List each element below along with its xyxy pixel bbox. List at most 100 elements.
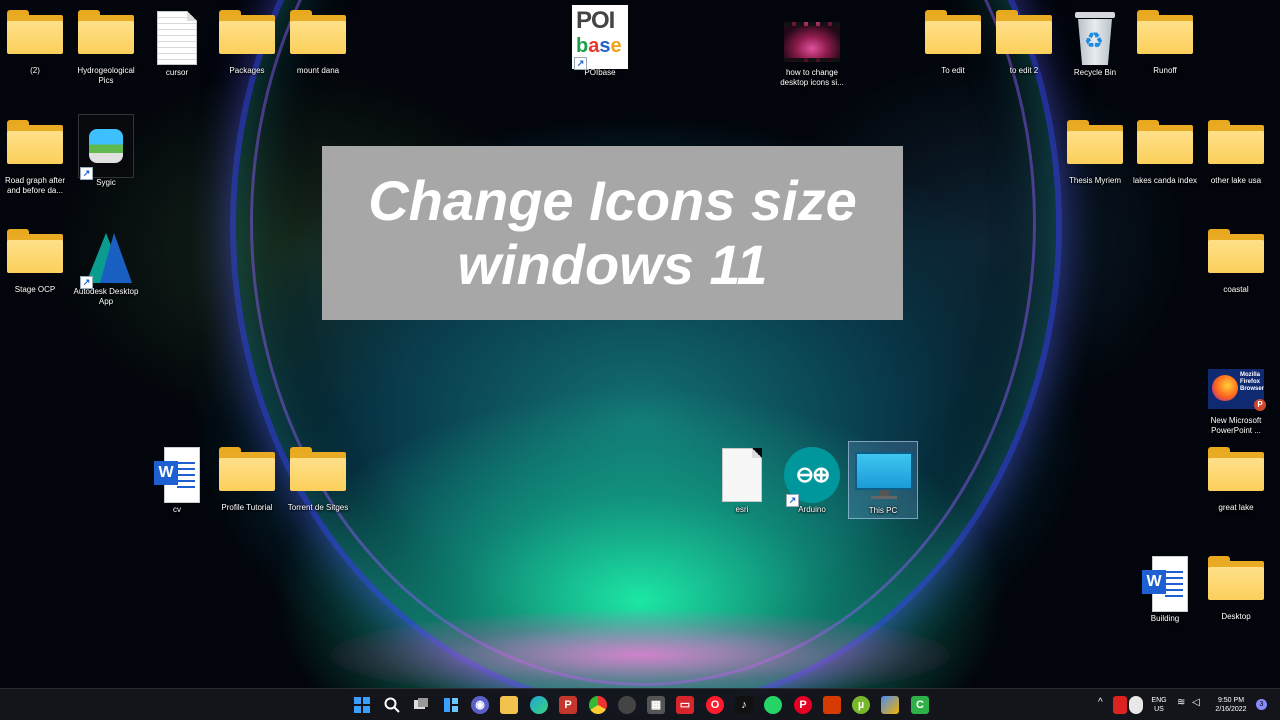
banner-line-1: Change Icons size [368, 169, 857, 232]
desktop-icon-stage-ocp[interactable]: Stage OCP [0, 223, 70, 328]
icon-label: esri [735, 505, 749, 514]
taskbar: ◉ P ▦ ▭ O ♪ P µ C ^ ENG US ≋ ◁ 9:50 PM 2… [0, 688, 1280, 720]
language-region: US [1154, 706, 1164, 713]
desktop-icon-road-graph[interactable]: Road graph after and before da... [0, 114, 70, 219]
folder-icon [1208, 556, 1264, 600]
shortcut-arrow-icon: ↗ [80, 276, 93, 289]
onedrive-icon[interactable] [1129, 696, 1143, 714]
desktop-icon-coastal[interactable]: coastal [1201, 223, 1271, 328]
icon-label: Autodesk Desktop App [73, 287, 139, 306]
task-view-icon[interactable] [412, 696, 430, 714]
icon-label: Building [1150, 614, 1180, 623]
desktop-icon-packages[interactable]: Packages [212, 4, 282, 109]
desktop-icon-arduino[interactable]: ⊖⊕ ↗ Arduino [777, 441, 847, 546]
tray-overflow-chevron-icon[interactable]: ^ [1098, 698, 1103, 708]
desktop-icon-to-edit-2[interactable]: to edit 2 [989, 4, 1059, 109]
icon-label: cursor [165, 68, 189, 77]
icon-label: Torrent de Sitges [287, 503, 349, 512]
powerpoint-thumbnail-icon: Mozilla Firefox Browser P [1208, 369, 1266, 411]
desktop-icon-building[interactable]: W Building [1130, 550, 1200, 655]
desktop-icon-cursor[interactable]: cursor [142, 4, 212, 109]
poibase-logo-bottom: base [576, 35, 622, 57]
desktop-icon-autodesk[interactable]: ↗ Autodesk Desktop App [71, 223, 141, 328]
folder-icon [290, 447, 346, 491]
file-explorer-icon[interactable] [500, 696, 518, 714]
clock-date: 2/16/2022 [1215, 706, 1247, 713]
desktop-icon-desktop[interactable]: Desktop [1201, 550, 1271, 655]
shortcut-arrow-icon: ↗ [574, 57, 587, 70]
icon-label: great lake [1218, 503, 1254, 512]
desktop-icon-recycle-bin[interactable]: ♻ Recycle Bin [1060, 4, 1130, 109]
app-p-icon[interactable]: P [559, 696, 577, 714]
camtasia-icon[interactable]: C [911, 696, 929, 714]
icon-label: to edit 2 [1009, 66, 1039, 75]
icon-label: other lake usa [1210, 176, 1262, 185]
desktop-icon-lakes-canda-index[interactable]: lakes canda index [1130, 114, 1200, 219]
desktop-icon-this-pc[interactable]: This PC [848, 441, 918, 519]
desktop-icon-to-edit[interactable]: To edit [918, 4, 988, 109]
banner-line-2: windows 11 [457, 233, 768, 296]
desktop-icon-mount-dana[interactable]: mount dana [283, 4, 353, 109]
desktop-icon-folder-2[interactable]: (2) [0, 4, 70, 109]
desktop-icon-esri[interactable]: esri [707, 441, 777, 546]
blank-document-icon [722, 448, 762, 502]
desktop-icon-video[interactable]: how to change desktop icons si... [777, 4, 847, 109]
recycle-bin-icon: ♻ [1073, 10, 1117, 66]
folder-icon [1067, 120, 1123, 164]
text-document-icon [157, 11, 197, 65]
icon-label: Hydrogeological Pics [77, 66, 135, 85]
icon-label: Road graph after and before da... [4, 176, 66, 195]
folder-icon [7, 229, 63, 273]
notification-badge[interactable]: 3 [1256, 699, 1267, 710]
search-icon[interactable] [383, 696, 401, 714]
app-red-icon[interactable]: ▭ [676, 696, 694, 714]
folder-icon [219, 447, 275, 491]
opera-icon[interactable]: O [706, 696, 724, 714]
folder-icon [7, 10, 63, 54]
clock[interactable]: 9:50 PM 2/16/2022 [1210, 696, 1252, 714]
teams-chat-icon[interactable]: ◉ [471, 696, 489, 714]
icon-label: Stage OCP [14, 285, 56, 294]
folder-icon [7, 120, 63, 164]
tiktok-icon[interactable]: ♪ [735, 696, 753, 714]
desktop-icon-torrent-de-sitges[interactable]: Torrent de Sitges [283, 441, 353, 546]
store-icon[interactable]: ▦ [647, 696, 665, 714]
folder-icon [925, 10, 981, 54]
video-title-banner: Change Icons size windows 11 [322, 146, 903, 320]
icon-label: Recycle Bin [1073, 68, 1117, 77]
icon-label: Runoff [1153, 66, 1177, 75]
app-icon-2[interactable] [881, 696, 899, 714]
desktop-icon-runoff[interactable]: Runoff [1130, 4, 1200, 109]
wifi-icon[interactable]: ≋ [1177, 698, 1185, 708]
desktop-icon-sygic[interactable]: ↗ Sygic [71, 114, 141, 219]
desktop-icon-other-lake-usa[interactable]: other lake usa [1201, 114, 1271, 219]
desktop-icon-poibase[interactable]: POI base ↗ POIbase [565, 4, 635, 109]
icon-label: New Microsoft PowerPoint ... [1210, 416, 1262, 435]
desktop-icon-great-lake[interactable]: great lake [1201, 441, 1271, 546]
desktop-icon-cv[interactable]: W cv [142, 441, 212, 546]
chrome-icon[interactable] [589, 696, 607, 714]
folder-icon [1137, 10, 1193, 54]
icon-label: Thesis Myriem [1068, 176, 1121, 185]
pinterest-icon[interactable]: P [794, 696, 812, 714]
icon-label: To edit [941, 66, 965, 75]
widgets-icon[interactable] [442, 696, 460, 714]
desktop-icon-profile-tutorial[interactable]: Profile Tutorial [212, 441, 282, 546]
start-icon[interactable] [353, 696, 371, 714]
folder-icon [1208, 447, 1264, 491]
word-document-icon: W [1142, 556, 1188, 612]
folder-icon [219, 10, 275, 54]
input-language-indicator[interactable]: ENG US [1148, 696, 1170, 714]
tray-app-icon[interactable] [1113, 696, 1127, 714]
office-icon[interactable] [823, 696, 841, 714]
icon-label: how to change desktop icons si... [780, 68, 844, 87]
utorrent-icon[interactable]: µ [852, 696, 870, 714]
icon-label: mount dana [296, 66, 340, 75]
app-icon[interactable] [618, 696, 636, 714]
folder-icon [1208, 120, 1264, 164]
edge-icon[interactable] [530, 696, 548, 714]
desktop-icon-hydrogeological-pics[interactable]: Hydrogeological Pics [71, 4, 141, 109]
whatsapp-icon[interactable] [764, 696, 782, 714]
volume-icon[interactable]: ◁ [1192, 698, 1200, 708]
desktop-icon-thesis-myriem[interactable]: Thesis Myriem [1060, 114, 1130, 219]
